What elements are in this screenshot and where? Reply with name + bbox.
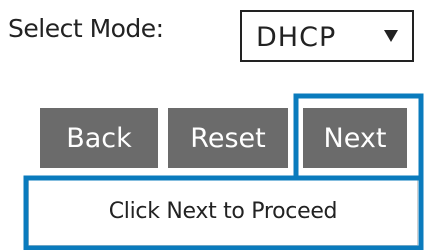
reset-button[interactable]: Reset <box>168 108 288 168</box>
mode-select[interactable]: DHCP <box>240 10 414 62</box>
mode-select-value: DHCP <box>256 22 337 53</box>
status-message: Click Next to Proceed <box>108 199 338 224</box>
next-button[interactable]: Next <box>303 108 407 168</box>
chevron-down-icon <box>384 30 398 42</box>
back-button[interactable]: Back <box>40 108 158 168</box>
mode-label: Select Mode: <box>8 14 164 43</box>
network-setup-panel: Select Mode: DHCP Back Reset Next Click … <box>0 0 425 250</box>
